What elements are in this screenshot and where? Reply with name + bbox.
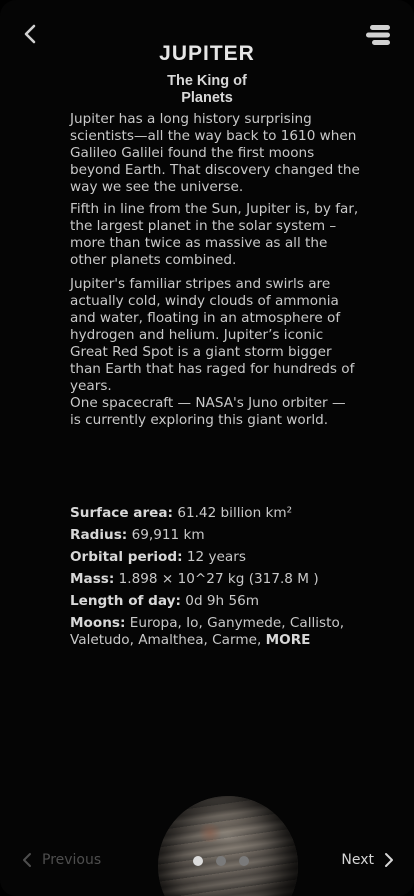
fact-mass: Mass: 1.898 × 10^27 kg (317.8 M ) <box>70 568 360 590</box>
page-dot[interactable] <box>239 856 249 866</box>
fact-value: 0d 9h 56m <box>185 593 260 609</box>
fact-moons: Moons: Europa, Io, Ganymede, Callisto, V… <box>70 615 360 649</box>
fact-label: Surface area: <box>70 505 173 521</box>
chevron-left-icon <box>23 853 31 867</box>
previous-label: Previous <box>42 852 102 868</box>
page-subtitle: The King of Planets <box>167 73 247 106</box>
chevron-right-icon <box>385 853 393 867</box>
fact-label: Radius: <box>70 527 128 543</box>
fact-value: 61.42 billion km² <box>177 505 293 521</box>
description-paragraph: Jupiter has a long history surprising sc… <box>70 111 360 195</box>
planet-detail-screen: JUPITER The King of Planets Jupiter has … <box>0 0 414 896</box>
next-button[interactable]: Next <box>341 852 394 868</box>
description-paragraph: Fifth in line from the Sun, Jupiter is, … <box>70 201 359 268</box>
chevron-left-icon <box>24 24 36 44</box>
more-moons-link[interactable]: MORE <box>266 632 311 648</box>
fact-label: Mass: <box>70 571 115 587</box>
fact-label: Length of day: <box>70 593 181 609</box>
fact-label: Orbital period: <box>70 549 183 565</box>
fact-radius: Radius: 69,911 km <box>70 524 360 546</box>
fact-length-of-day: Length of day: 0d 9h 56m <box>70 590 360 612</box>
page-title: JUPITER <box>159 42 255 65</box>
fact-surface-area: Surface area: 61.42 billion km² <box>70 502 360 524</box>
fact-value: 69,911 km <box>131 527 205 543</box>
page-indicator <box>193 856 249 866</box>
next-label: Next <box>341 852 374 868</box>
description-paragraph: One spacecraft — NASA's Juno orbiter — i… <box>70 395 346 428</box>
description-paragraph: Jupiter's familiar stripes and swirls ar… <box>70 276 355 394</box>
previous-button[interactable]: Previous <box>22 852 101 868</box>
page-dot[interactable] <box>193 856 203 866</box>
fact-value: 12 years <box>186 549 246 565</box>
facts-list: Surface area: 61.42 billion km² Radius: … <box>70 502 360 649</box>
description: Jupiter has a long history surprising sc… <box>70 111 360 429</box>
fact-label: Moons: <box>70 615 126 631</box>
fact-value: 1.898 × 10^27 kg (317.8 M ) <box>118 571 319 587</box>
fact-orbital-period: Orbital period: 12 years <box>70 546 360 568</box>
page-dot[interactable] <box>216 856 226 866</box>
jupiter-image <box>158 796 298 896</box>
